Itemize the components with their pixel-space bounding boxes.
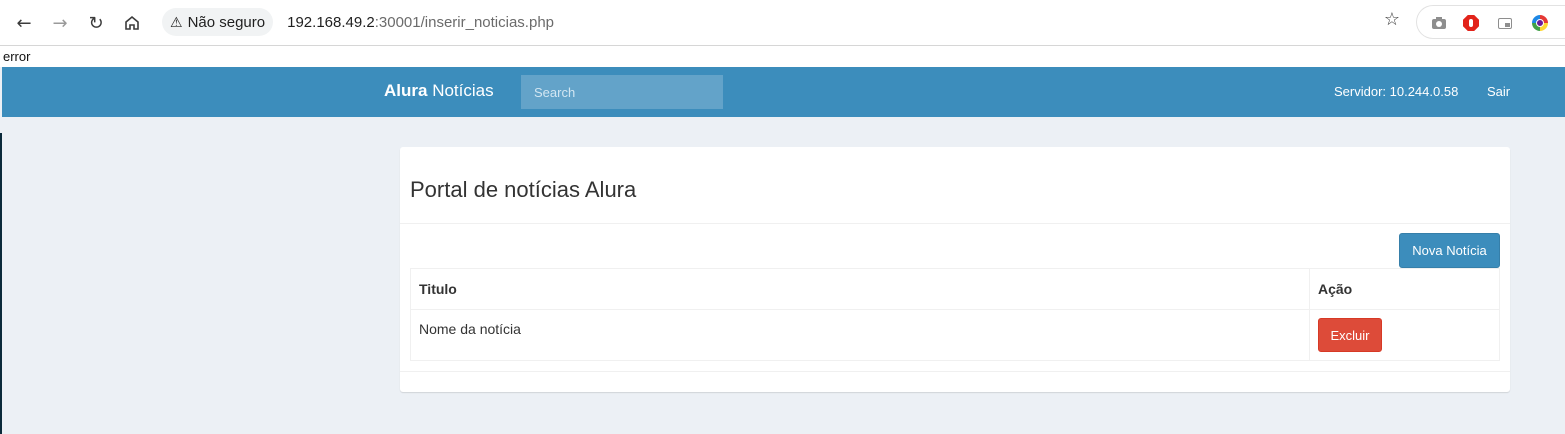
top-navbar: Alura Notícias Servidor: 10.244.0.58 Sai…	[2, 67, 1565, 117]
bookmark-star-icon[interactable]: ☆	[1384, 9, 1400, 30]
new-news-button[interactable]: Nova Notícia	[1399, 233, 1500, 268]
home-icon	[125, 15, 139, 30]
home-button[interactable]	[118, 9, 146, 37]
error-text: error	[0, 47, 1565, 67]
news-title-cell: Nome da notícia	[410, 309, 1310, 361]
url-path: :30001/inserir_noticias.php	[374, 13, 555, 31]
brand-logo[interactable]: Alura Notícias	[384, 81, 494, 101]
arrow-left-icon: ←	[16, 12, 32, 34]
security-label: Não seguro	[187, 13, 266, 31]
color-picker-extension-icon[interactable]	[1532, 15, 1548, 31]
url-host: 192.168.49.2	[287, 13, 375, 31]
delete-button[interactable]: Excluir	[1318, 318, 1382, 352]
forward-button[interactable]: →	[46, 9, 74, 37]
brand-rest: Notícias	[427, 81, 494, 100]
browser-toolbar: ← → ↻ ⚠ Não seguro 192.168.49.2:30001/in…	[0, 0, 1565, 46]
table-header-row: Titulo Ação	[410, 268, 1500, 310]
picture-in-picture-icon[interactable]	[1497, 15, 1513, 31]
box-footer-divider	[400, 371, 1510, 372]
warning-icon: ⚠	[170, 13, 183, 30]
header-action: Ação	[1309, 268, 1500, 310]
adblock-extension-icon[interactable]	[1463, 15, 1479, 31]
arrow-right-icon: →	[52, 12, 68, 34]
left-edge-strip	[0, 133, 2, 434]
box-header: Portal de notícias Alura	[400, 147, 1510, 224]
logout-link[interactable]: Sair	[1487, 84, 1510, 99]
reload-icon: ↻	[88, 12, 104, 34]
url-text[interactable]: 192.168.49.2:30001/inserir_noticias.php	[287, 14, 554, 31]
news-table: Titulo Ação Nome da notícia Excluir	[410, 268, 1500, 361]
table-row: Nome da notícia Excluir	[410, 309, 1500, 361]
camera-extension-icon[interactable]	[1431, 15, 1447, 31]
search-input[interactable]	[521, 75, 723, 109]
news-box: Portal de notícias Alura Nova Notícia Ti…	[400, 147, 1510, 392]
address-bar[interactable]: ⚠ Não seguro 192.168.49.2:30001/inserir_…	[158, 5, 1406, 39]
reload-button[interactable]: ↻	[82, 9, 110, 37]
page-title: Portal de notícias Alura	[410, 177, 637, 202]
server-info: Servidor: 10.244.0.58	[1334, 84, 1459, 99]
back-button[interactable]: ←	[10, 9, 38, 37]
brand-bold: Alura	[384, 81, 428, 100]
security-indicator[interactable]: ⚠ Não seguro	[162, 8, 274, 36]
header-title: Titulo	[410, 268, 1310, 310]
extensions-area	[1416, 5, 1565, 39]
page-viewport: error Alura Notícias Servidor: 10.244.0.…	[0, 47, 1565, 434]
action-cell: Excluir	[1309, 309, 1500, 361]
